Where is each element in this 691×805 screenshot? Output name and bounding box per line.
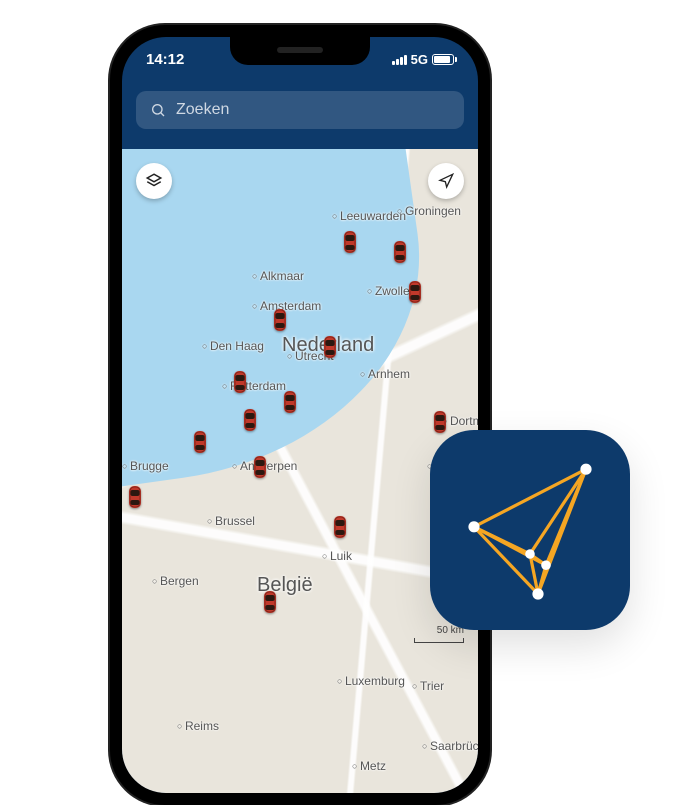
locate-button[interactable] [428,163,464,199]
city-label: Bergen [152,574,199,588]
city-label: Alkmaar [252,269,304,283]
phone-notch [230,37,370,65]
layers-icon [145,172,163,190]
scale-bar [414,638,464,643]
city-label: Den Haag [202,339,264,353]
app-header: Zoeken [122,81,478,143]
vehicle-marker[interactable] [252,454,268,480]
status-network: 5G [411,52,428,67]
city-label: Luik [322,549,352,563]
vehicle-marker[interactable] [407,279,423,305]
search-placeholder: Zoeken [176,101,229,119]
city-label: Metz [352,759,386,773]
vehicle-marker[interactable] [192,429,208,455]
vehicle-marker[interactable] [392,239,408,265]
map[interactable]: NederlandBelgië LeeuwardenGroningenAlkma… [122,149,478,793]
vehicle-marker[interactable] [332,514,348,540]
city-label: Zwolle [367,284,410,298]
city-label: Groningen [397,204,461,218]
vehicle-marker[interactable] [432,409,448,435]
city-label: Trier [412,679,444,693]
status-right: 5G [392,52,454,67]
vehicle-marker[interactable] [342,229,358,255]
battery-icon [432,54,454,65]
search-input[interactable]: Zoeken [136,91,464,129]
vehicle-marker[interactable] [282,389,298,415]
city-label: Reims [177,719,219,733]
navigation-icon [438,173,454,189]
city-label: Leeuwarden [332,209,406,223]
city-label: Luxemburg [337,674,405,688]
vehicle-marker[interactable] [127,484,143,510]
city-label: Arnhem [360,367,410,381]
status-time: 14:12 [146,51,184,68]
vehicle-marker[interactable] [232,369,248,395]
city-label: Brugge [122,459,169,473]
app-icon [430,430,630,630]
vehicle-marker[interactable] [272,307,288,333]
layers-button[interactable] [136,163,172,199]
phone-frame: 14:12 5G Zoeken [110,25,490,805]
signal-icon [392,54,407,65]
city-label: Brussel [207,514,255,528]
map-scale: 50 km [414,625,464,643]
phone-screen: 14:12 5G Zoeken [122,37,478,793]
vehicle-marker[interactable] [322,334,338,360]
search-icon [150,102,166,118]
city-label: Saarbrücken [422,739,478,753]
vehicle-marker[interactable] [262,589,278,615]
network-icon [450,450,610,610]
vehicle-marker[interactable] [242,407,258,433]
